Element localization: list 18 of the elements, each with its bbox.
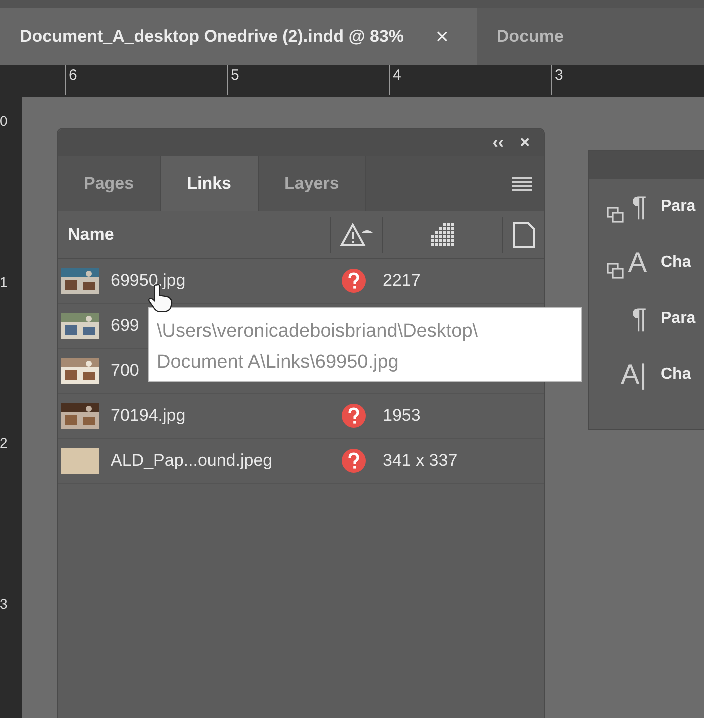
file-name: 70194.jpg: [111, 406, 186, 425]
tooltip-text: \Users\veronicadeboisbriand\Desktop\: [157, 320, 480, 344]
file-name: 700: [111, 361, 140, 380]
ruler-number: 2: [0, 434, 8, 453]
ruler-number: 1: [0, 273, 8, 292]
file-name: ALD_Pap...ound.jpeg: [111, 451, 273, 470]
dimension-text: 341 x 337: [383, 450, 458, 472]
ruler-number: 6: [65, 65, 78, 95]
tooltip-text: Document A\Links\69950.jpg: [157, 351, 400, 375]
ruler-number: 3: [0, 595, 8, 614]
dimension-text: 2217: [383, 270, 421, 292]
ruler-number: 5: [227, 65, 240, 95]
file-name: 69950.jpg: [111, 271, 186, 290]
file-name: 699: [111, 316, 140, 335]
dimension-text: 1953: [383, 405, 421, 428]
ruler-number: 4: [389, 65, 402, 95]
ruler-number: 0: [0, 112, 8, 131]
ruler-number: 3: [551, 65, 564, 95]
